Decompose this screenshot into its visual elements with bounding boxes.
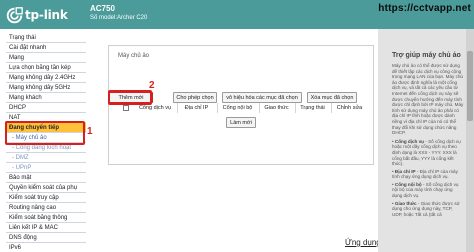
help-term-protocol: Giao thức (394, 200, 417, 206)
main-content: Máy chủ ảo Cổng dịch vụ Địa chỉ IP Cổng … (96, 29, 378, 252)
help-item-protocol: • Giao thức - Giao thức được sử dụng cho… (392, 200, 460, 217)
help-scrollbar[interactable] (466, 29, 474, 252)
menu-item-status[interactable]: Trạng thái (6, 33, 86, 43)
page-title: Máy chủ ảo (118, 53, 150, 59)
menu-item-dynamic-dns[interactable]: DNS động (6, 233, 86, 243)
refresh-button[interactable]: Làm mới (226, 117, 256, 128)
menu-item-ipv6[interactable]: IPv6 (6, 243, 86, 252)
col-modify: Chỉnh sửa (331, 103, 367, 113)
menu-item-parental-control[interactable]: Quyền kiểm soát của phụ huynh (6, 183, 86, 201)
menu-item-dmz[interactable]: - DMZ (6, 153, 86, 163)
col-ip-address: Địa chỉ IP (177, 103, 215, 113)
menu-item-dual-band[interactable]: Lựa chọn băng tần kép (6, 63, 86, 73)
menu-item-advanced-routing[interactable]: Routing nâng cao (6, 203, 86, 213)
tp-link-logo-icon (6, 6, 23, 23)
menu-item-access-control[interactable]: Kiểm soát truy cập (6, 193, 86, 203)
menu-item-ip-mac-binding[interactable]: Liên kết IP & MAC (6, 223, 86, 233)
menu-item-upnp[interactable]: - UPnP (6, 163, 86, 173)
annotation-highlight-box (5, 121, 85, 145)
menu-item-guest-network[interactable]: Mạng khách (6, 93, 86, 103)
delete-selected-button[interactable]: Xóa mục đã chọn (307, 92, 357, 103)
menu-item-wireless-5[interactable]: Mạng không dây 5GHz (6, 83, 86, 93)
model-name: AC750 (90, 4, 115, 13)
col-status: Trạng thái (295, 103, 329, 113)
brand-name: tp-link (25, 8, 68, 22)
menu-item-security[interactable]: Bảo mật (6, 173, 86, 183)
help-body: Máy chủ ảo có thể được sử dụng để thiết … (392, 63, 464, 217)
applications-link[interactable]: Ứng dụng (345, 238, 381, 247)
menu-item-dhcp[interactable]: DHCP (6, 103, 86, 113)
menu-item-network[interactable]: Mạng (6, 53, 86, 63)
model-info: AC750 Số model:Archer C20 (90, 4, 147, 23)
menu-item-quick-setup[interactable]: Cài đặt nhanh (6, 43, 86, 53)
menu-item-bandwidth-control[interactable]: Kiểm soát băng thông (6, 213, 86, 223)
annotation-add-box (108, 90, 152, 105)
help-title: Trợ giúp máy chủ ảo (392, 52, 461, 59)
col-protocol: Giao thức (259, 103, 293, 113)
header-bar: tp-link AC750 Số model:Archer C20 https:… (0, 0, 474, 29)
col-internal-port: Cổng nội bộ (217, 103, 257, 113)
select-all-checkbox[interactable] (123, 105, 129, 111)
help-term-ip-address: Địa chỉ IP (394, 168, 416, 174)
help-item-ip-address: • Địa chỉ IP - Địa chỉ IP của máy tính c… (392, 168, 458, 180)
tp-link-logo: tp-link (6, 6, 68, 24)
help-scrollbar-thumb[interactable] (467, 51, 473, 121)
help-item-internal-port: • Cổng nội bộ - Số cổng dịch vụ nội bộ c… (392, 181, 459, 199)
watermark-url: https://cctvapp.net (378, 3, 471, 14)
menu-item-wireless-24[interactable]: Mạng không dây 2.4GHz (6, 73, 86, 83)
table-header: Cổng dịch vụ Địa chỉ IP Cổng nội bộ Giao… (118, 103, 374, 113)
help-item-service-port: • Cổng dịch vụ - Số cổng dịch vụ hoặc mộ… (392, 138, 461, 167)
help-panel: Trợ giúp máy chủ ảo Máy chủ ảo có thể đư… (378, 29, 474, 252)
annotation-number-1: 1 (87, 126, 93, 137)
help-term-service-port: Cổng dịch vụ (394, 138, 424, 144)
disable-selected-button[interactable]: vô hiệu hóa các mục đã chọn (222, 92, 302, 103)
hardware-model: Số model:Archer C20 (90, 15, 148, 21)
enable-selected-button[interactable]: Cho phép chọn (173, 92, 217, 103)
help-intro: Máy chủ ảo có thể được sử dụng để thiết … (392, 63, 464, 136)
annotation-number-2: 2 (149, 80, 155, 91)
